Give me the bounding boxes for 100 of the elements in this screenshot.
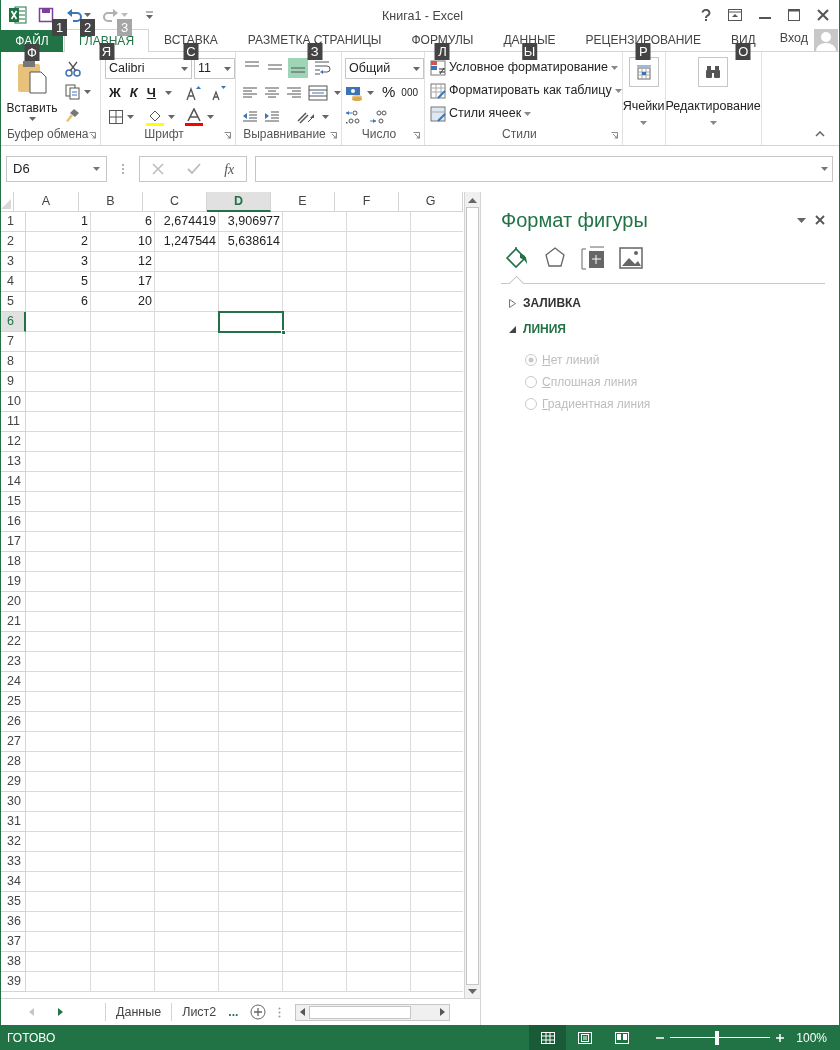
font-name-field[interactable]: Calibri (105, 58, 192, 79)
expanded-icon[interactable] (509, 325, 516, 333)
dialog-launcher-icon[interactable] (224, 132, 231, 139)
table-cell[interactable]: 3 (26, 252, 91, 272)
increase-decimal-icon[interactable] (345, 108, 363, 125)
scroll-up-icon[interactable] (468, 198, 477, 203)
maximize-icon[interactable] (788, 9, 800, 21)
row-header[interactable]: 34 (1, 872, 26, 892)
caret-icon[interactable] (224, 66, 231, 71)
increase-indent-icon[interactable] (264, 110, 280, 123)
row-header[interactable]: 8 (1, 352, 26, 372)
row-header[interactable]: 24 (1, 672, 26, 692)
row-header[interactable]: 22 (1, 632, 26, 652)
caret-icon[interactable] (93, 167, 100, 171)
row-header[interactable]: 12 (1, 432, 26, 452)
scroll-down-icon[interactable] (468, 989, 477, 994)
dialog-launcher-icon[interactable] (330, 132, 337, 139)
ribbon-display-icon[interactable] (728, 9, 742, 21)
align-bottom-icon[interactable] (288, 58, 308, 78)
save-icon[interactable] (38, 7, 54, 23)
zoom-slider[interactable] (670, 1030, 771, 1045)
normal-view-icon[interactable] (529, 1025, 567, 1050)
select-all-icon[interactable] (1, 199, 11, 209)
close-icon[interactable] (815, 215, 825, 225)
font-color-icon[interactable] (185, 107, 203, 126)
collapse-ribbon-icon[interactable] (815, 131, 825, 137)
row-header[interactable]: 15 (1, 492, 26, 512)
table-cell[interactable]: 5,638614 (219, 232, 283, 252)
caret-icon[interactable] (367, 90, 374, 95)
pentagon-icon[interactable] (543, 246, 567, 270)
table-cell[interactable]: 2 (26, 232, 91, 252)
table-cell[interactable] (219, 312, 283, 332)
row-header[interactable]: 14 (1, 472, 26, 492)
caret-icon[interactable] (524, 111, 532, 116)
sheet-tab[interactable]: Лист2 (172, 999, 227, 1025)
zoom-level[interactable]: 100% (796, 1028, 827, 1047)
row-header[interactable]: 9 (1, 372, 26, 392)
caret-icon[interactable] (322, 114, 329, 119)
table-cell[interactable]: 20 (91, 292, 155, 312)
more-sheets-button[interactable]: ... (228, 1003, 239, 1021)
row-header[interactable]: 27 (1, 732, 26, 752)
avatar-icon[interactable] (814, 29, 838, 51)
styles-menu-button[interactable]: Форматировать как таблицу (430, 81, 622, 100)
row-header[interactable]: 31 (1, 812, 26, 832)
row-header[interactable]: 7 (1, 332, 26, 352)
row-header[interactable]: 2 (1, 232, 26, 252)
picture-icon[interactable] (619, 246, 643, 270)
decrease-decimal-icon[interactable] (369, 108, 387, 125)
horizontal-scrollbar[interactable] (295, 1003, 451, 1021)
row-header[interactable]: 29 (1, 772, 26, 792)
formula-input[interactable] (255, 156, 833, 182)
underline-button[interactable]: Ч (146, 82, 156, 103)
copy-icon[interactable] (65, 84, 81, 100)
name-box[interactable]: D6 (6, 156, 107, 182)
grow-font-icon[interactable] (184, 84, 201, 101)
decrease-indent-icon[interactable] (242, 110, 258, 123)
dialog-launcher-icon[interactable] (89, 132, 96, 139)
row-header[interactable]: 10 (1, 392, 26, 412)
table-cell[interactable]: 6 (91, 212, 155, 232)
row-header[interactable]: 11 (1, 412, 26, 432)
pane-options-icon[interactable] (797, 217, 806, 223)
collapsed-icon[interactable] (509, 298, 516, 308)
row-header[interactable]: 28 (1, 752, 26, 772)
cut-icon[interactable] (65, 61, 81, 77)
caret-icon[interactable] (821, 167, 828, 171)
caret-icon[interactable] (84, 13, 91, 17)
row-header[interactable]: 19 (1, 572, 26, 592)
redo-icon[interactable] (103, 7, 119, 23)
enter-icon[interactable] (186, 163, 201, 175)
caret-icon[interactable] (207, 114, 214, 119)
section-header[interactable]: ЗАЛИВКА (523, 294, 582, 312)
more-icon[interactable] (121, 163, 125, 175)
row-header[interactable]: 3 (1, 252, 26, 272)
row-header[interactable]: 35 (1, 892, 26, 912)
row-header[interactable]: 33 (1, 852, 26, 872)
sheet-tab[interactable]: Данные (106, 999, 172, 1025)
table-cell[interactable]: 12 (91, 252, 155, 272)
column-header[interactable]: F (335, 192, 399, 212)
column-header[interactable]: E (271, 192, 335, 212)
row-header[interactable]: 20 (1, 592, 26, 612)
wrap-text-icon[interactable] (314, 60, 332, 76)
row-header[interactable]: 36 (1, 912, 26, 932)
row-header[interactable]: 38 (1, 952, 26, 972)
row-header[interactable]: 6 (1, 312, 26, 332)
column-header[interactable]: D (207, 192, 271, 212)
percent-button[interactable]: % (382, 81, 396, 104)
sign-in-link[interactable]: Вход (779, 29, 808, 48)
number-format-field[interactable]: Общий (345, 58, 424, 79)
caret-icon[interactable] (640, 120, 648, 125)
zoom-in-icon[interactable] (776, 1033, 785, 1042)
paste-button[interactable]: Вставить (7, 60, 57, 123)
row-header[interactable]: 1 (1, 212, 26, 232)
format-painter-icon[interactable] (65, 107, 81, 123)
undo-icon[interactable] (66, 7, 82, 23)
italic-button[interactable]: К (129, 82, 138, 103)
row-header[interactable]: 32 (1, 832, 26, 852)
thousands-button[interactable]: 000 (401, 85, 419, 100)
caret-icon[interactable] (614, 88, 622, 93)
caret-icon[interactable] (334, 90, 341, 95)
caret-icon[interactable] (28, 117, 36, 121)
